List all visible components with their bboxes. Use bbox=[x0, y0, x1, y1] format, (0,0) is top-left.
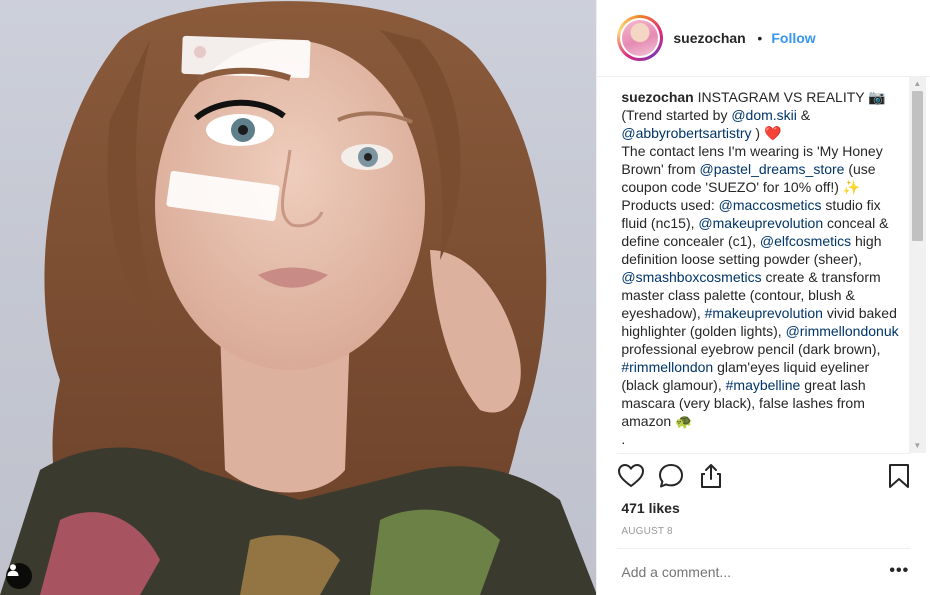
caption-mention[interactable]: @pastel_dreams_store bbox=[700, 161, 845, 177]
header-username[interactable]: suezochan bbox=[673, 30, 745, 46]
post-side-panel: suezochan • Follow suezochan INSTAGRAM V… bbox=[596, 0, 930, 595]
caption-text-run: ) ❤️ bbox=[751, 125, 782, 141]
caption-text-run: . bbox=[621, 431, 626, 447]
caption-mention[interactable]: @rimmellondonuk bbox=[786, 323, 899, 339]
caption-text: suezochan INSTAGRAM VS REALITY 📷 (Trend s… bbox=[621, 88, 909, 448]
caption-mention[interactable]: @elfcosmetics bbox=[760, 233, 851, 249]
likes-count[interactable]: 471 likes bbox=[621, 500, 679, 516]
avatar[interactable] bbox=[620, 18, 661, 58]
caption-text-run: Products used: bbox=[621, 197, 719, 213]
heart-icon[interactable] bbox=[617, 462, 645, 490]
caption-body: INSTAGRAM VS REALITY 📷 (Trend started by … bbox=[621, 89, 898, 447]
actions-divider bbox=[617, 453, 911, 454]
post-photo[interactable] bbox=[0, 0, 597, 595]
more-options-icon[interactable]: ••• bbox=[889, 563, 909, 579]
caption-container: suezochan INSTAGRAM VS REALITY 📷 (Trend s… bbox=[621, 88, 909, 450]
caption-scrollbar[interactable]: ▲ ▼ bbox=[909, 77, 927, 453]
caption-text-run: & bbox=[796, 107, 811, 123]
caption-hashtag[interactable]: #maybelline bbox=[726, 377, 801, 393]
avatar-story-ring[interactable] bbox=[617, 15, 664, 61]
caption-hashtag[interactable]: #makeuprevolution bbox=[705, 305, 823, 321]
comment-icon[interactable] bbox=[657, 462, 685, 490]
avatar-image bbox=[622, 20, 659, 56]
header-separator: • bbox=[757, 30, 763, 46]
caption-mention[interactable]: @abbyrobertsartistry bbox=[621, 125, 751, 141]
caption-mention[interactable]: @makeuprevolution bbox=[698, 215, 823, 231]
caption-hashtag[interactable]: #rimmellondon bbox=[621, 359, 713, 375]
caption-author[interactable]: suezochan bbox=[621, 89, 693, 105]
post-header: suezochan • Follow bbox=[597, 0, 930, 77]
scroll-up-arrow-icon[interactable]: ▲ bbox=[913, 80, 921, 88]
caption-text-run: professional eyebrow pencil (dark brown)… bbox=[621, 341, 881, 357]
action-bar bbox=[618, 462, 910, 492]
post-modal: suezochan • Follow suezochan INSTAGRAM V… bbox=[0, 0, 930, 595]
caption-text-run: (Trend started by bbox=[621, 107, 732, 123]
scrollbar-thumb[interactable] bbox=[912, 91, 924, 241]
comment-divider bbox=[617, 548, 911, 549]
caption-mention[interactable]: @dom.skii bbox=[731, 107, 797, 123]
caption-text-run: INSTAGRAM VS REALITY 📷 bbox=[693, 89, 886, 105]
user-tag-button[interactable] bbox=[6, 563, 32, 589]
post-date[interactable]: AUGUST 8 bbox=[621, 526, 672, 537]
follow-button[interactable]: Follow bbox=[771, 30, 815, 46]
scroll-down-arrow-icon[interactable]: ▼ bbox=[913, 442, 921, 450]
share-icon[interactable] bbox=[697, 462, 725, 490]
comment-input[interactable] bbox=[621, 564, 872, 580]
caption-mention[interactable]: @smashboxcosmetics bbox=[621, 269, 761, 285]
photo-illustration bbox=[0, 1, 597, 595]
bookmark-icon[interactable] bbox=[885, 462, 913, 490]
caption-mention[interactable]: @maccosmetics bbox=[719, 197, 822, 213]
